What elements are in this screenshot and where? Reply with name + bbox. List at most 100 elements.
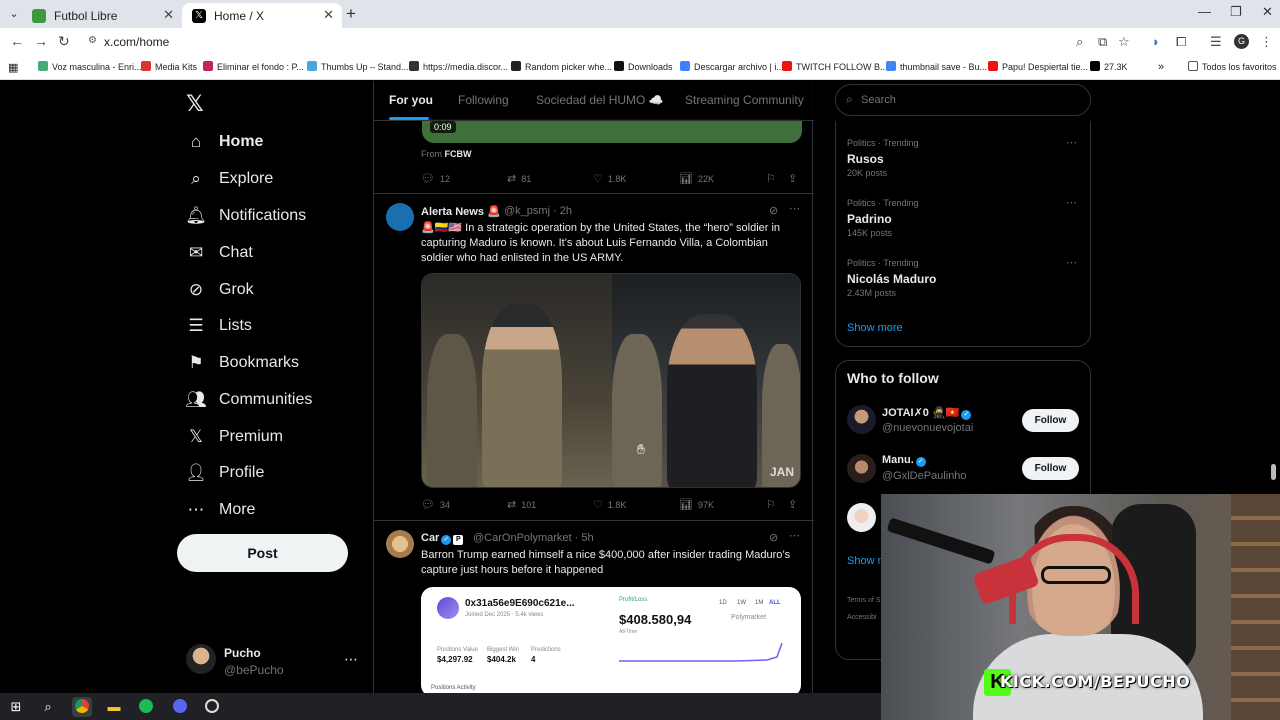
extension-icon[interactable]: ◗ [1152,34,1160,49]
search-input[interactable]: ⌕ Search [835,84,1091,116]
bookmark-item[interactable]: thumbnail save - Bu... [886,61,987,72]
bookmark-item[interactable]: 27.3K [1090,61,1128,72]
site-info-icon[interactable]: ⚙ [88,35,97,46]
install-app-icon[interactable]: ⧉ [1098,34,1107,50]
like-button[interactable]: ♡ 1.8K [593,498,626,511]
polymarket-screenshot[interactable]: 0x31a56e9E690c621e... Joined Dec 2025 · … [421,587,801,693]
bookmark-item[interactable]: Papu! Despiertal tie... [988,61,1088,72]
back-icon[interactable]: ← [10,33,24,49]
sidebar-item-bookmarks[interactable]: ⚑ Bookmarks [186,350,299,376]
sidebar-item-notifications[interactable]: 🔔︎ Notifications [185,203,306,229]
avatar[interactable] [386,203,414,231]
profile-avatar[interactable]: G [1234,34,1249,49]
close-tab-icon[interactable]: ✕ [323,7,334,23]
views-button[interactable]: 📊︎ 97K [679,498,714,511]
trend-item-nicolas-maduro[interactable]: Nicolás Maduro [847,272,936,286]
sidebar-item-communities[interactable]: 👥︎ Communities [185,387,312,413]
search-icon[interactable]: ⌕ [38,697,58,717]
x-logo-icon[interactable]: 𝕏 [186,91,204,117]
share-button[interactable]: ⇪ [788,172,802,185]
bookmark-item[interactable]: TWITCH FOLLOW B... [782,61,888,72]
like-button[interactable]: ♡ 1.8K [593,172,626,185]
bookmark-button[interactable]: ⚐ [766,498,781,511]
trend-item-padrino[interactable]: Padrino [847,212,892,226]
grok-analyze-icon[interactable]: ⊘ [769,204,778,217]
trend-menu-icon[interactable]: ⋯ [1066,136,1077,149]
follow-button[interactable]: Follow [1022,409,1079,432]
avatar[interactable] [847,454,876,483]
avatar[interactable] [186,644,216,674]
all-bookmarks-folder[interactable]: Todos los favoritos [1188,61,1277,72]
url-text[interactable]: x.com/home [104,35,169,49]
obs-icon[interactable] [202,697,222,717]
post-menu-icon[interactable]: ⋯ [789,202,800,215]
post-menu-icon[interactable]: ⋯ [789,529,800,542]
forward-icon[interactable]: → [34,33,48,49]
file-explorer-icon[interactable]: ▬ [104,697,124,717]
suggested-user-name[interactable]: Manu. ✓ [882,454,926,467]
reply-button[interactable]: 💬︎ 12 [421,172,450,185]
close-window-icon[interactable]: ✕ [1262,4,1273,20]
avatar[interactable] [847,405,876,434]
chrome-icon[interactable] [72,697,92,717]
minimize-icon[interactable]: — [1198,4,1211,19]
tab-following[interactable]: Following [458,93,509,107]
bookmark-item[interactable]: https://media.discor... [409,61,508,72]
new-tab-icon[interactable]: + [346,4,356,24]
views-button[interactable]: 📊︎ 22K [679,172,714,185]
post-author-handle[interactable]: @k_psmj · 2h [504,205,572,217]
post-button[interactable]: Post [177,534,348,572]
follow-button[interactable]: Follow [1022,457,1079,480]
bookmark-item[interactable]: Thumbs Up – Stand... [307,61,409,72]
bookmark-item[interactable]: Media Kits [141,61,197,72]
tab-search-icon[interactable]: ⌄ [4,4,24,24]
sidebar-item-explore[interactable]: ⌕ Explore [186,166,273,192]
trend-menu-icon[interactable]: ⋯ [1066,256,1077,269]
reload-icon[interactable]: ↻ [58,33,70,50]
video-source-link[interactable]: FCBW [445,149,472,159]
bookmark-item[interactable]: Random picker whe... [511,61,612,72]
suggested-user-handle[interactable]: @GxlDePaulinho [882,470,967,482]
repost-button[interactable]: ⇄ 81 [507,172,531,185]
page-scrollbar[interactable] [1271,464,1276,480]
share-button[interactable]: ⇪ [788,498,802,511]
sidebar-item-premium[interactable]: 𝕏 Premium [186,424,283,450]
spotify-icon[interactable] [136,697,156,717]
bookmark-item[interactable]: Eliminar el fondo : P... [203,61,304,72]
browser-tab-home-x[interactable]: 𝕏 Home / X ✕ [182,3,342,28]
suggested-user-handle[interactable]: @nuevonuevojotai [882,422,973,434]
footer-link[interactable]: Terms of S [847,597,880,604]
reply-button[interactable]: 💬︎ 34 [421,498,450,511]
tab-streaming-community[interactable]: Streaming Community [685,93,804,107]
sidebar-item-lists[interactable]: ☰ Lists [186,313,252,339]
trend-item-rusos[interactable]: Rusos [847,152,884,166]
discord-icon[interactable] [170,697,190,717]
zoom-icon[interactable]: ⌕ [1076,34,1083,50]
suggested-user-name[interactable]: JOTAI✗0 🥷🇻🇳 ✓ [882,406,972,420]
reading-list-icon[interactable]: ☰ [1210,34,1222,50]
avatar[interactable] [386,530,414,558]
trend-menu-icon[interactable]: ⋯ [1066,196,1077,209]
tab-for-you[interactable]: For you [389,93,433,107]
account-handle[interactable]: @bePucho [224,663,284,677]
menu-icon[interactable]: ⋮ [1260,34,1273,50]
url-input[interactable] [80,30,1140,54]
tab-sociedad-del-humo[interactable]: Sociedad del HUMO ☁️ [536,93,664,107]
video-player[interactable] [422,119,802,143]
post-author-handle[interactable]: @CarOnPolymarket · 5h [473,532,594,544]
show-more-link[interactable]: Show more [847,322,903,334]
star-icon[interactable]: ☆ [1118,34,1130,50]
sidebar-item-profile[interactable]: 👤︎ Profile [185,460,264,486]
account-name[interactable]: Pucho [224,646,261,660]
sidebar-item-home[interactable]: ⌂ Home [186,129,264,155]
bookmark-item[interactable]: Voz masculina - Enri... [38,61,142,72]
footer-link[interactable]: Accessibi [847,614,877,621]
post-author-name[interactable]: Alerta News 🚨 [421,205,501,218]
repost-button[interactable]: ⇄ 101 [507,498,536,511]
sidebar-item-chat[interactable]: ✉ Chat [186,240,253,266]
avatar[interactable] [847,503,876,532]
sidebar-item-more[interactable]: ⋯ More [186,497,256,523]
extensions-puzzle-icon[interactable]: ⧠ [1176,34,1186,50]
bookmark-item[interactable]: Downloads [614,61,673,72]
apps-icon[interactable]: ▦ [8,61,18,74]
